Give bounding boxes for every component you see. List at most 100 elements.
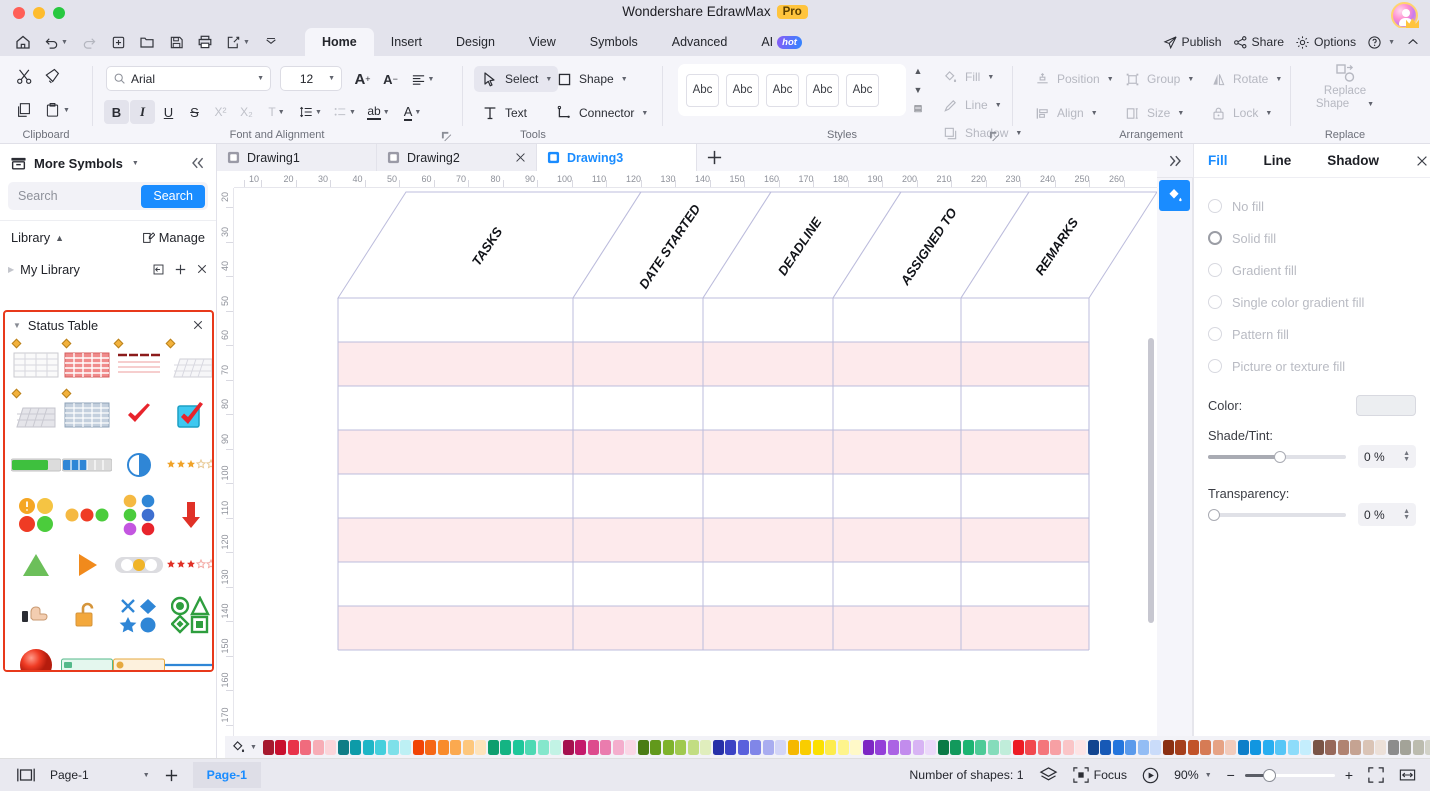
palette-swatch[interactable] xyxy=(1425,739,1430,755)
symbol-shape-set-blue[interactable] xyxy=(113,594,165,636)
fill-option-gradient-fill[interactable]: Gradient fill xyxy=(1208,254,1430,286)
palette-swatch[interactable] xyxy=(562,739,574,755)
chevron-down-icon[interactable]: ▼ xyxy=(13,321,21,330)
line-spacing-button[interactable]: ▼ xyxy=(294,100,327,124)
palette-swatch[interactable] xyxy=(1150,739,1162,755)
symbol-grid-table-red[interactable] xyxy=(61,338,113,386)
fit-screen-button[interactable] xyxy=(1368,767,1384,783)
redo-icon[interactable] xyxy=(76,30,102,54)
tab-design[interactable]: Design xyxy=(439,28,512,56)
font-family-select[interactable]: Arial ▼ xyxy=(106,66,271,91)
radio-icon[interactable] xyxy=(1208,199,1222,213)
palette-swatch[interactable] xyxy=(750,739,762,755)
palette-swatch[interactable] xyxy=(1050,739,1062,755)
palette-swatch[interactable] xyxy=(600,739,612,755)
open-folder-icon[interactable] xyxy=(134,30,160,54)
font-dialog-launcher[interactable] xyxy=(441,131,452,142)
palette-swatch[interactable] xyxy=(825,739,837,755)
stepper-icon[interactable]: ▲ ▼ xyxy=(1403,450,1410,463)
chevron-up-icon[interactable]: ▲ xyxy=(55,233,64,243)
palette-swatch[interactable] xyxy=(1162,739,1174,755)
symbol-check-box-blue[interactable] xyxy=(165,394,212,436)
palette-swatch[interactable] xyxy=(687,739,699,755)
font-size-select[interactable]: 12 ▼ xyxy=(280,66,342,91)
symbol-signal-lights-bar[interactable] xyxy=(113,544,165,586)
symbol-star-rating-orange[interactable] xyxy=(165,444,212,486)
shape-tool-button[interactable]: Shape ▼ xyxy=(548,66,654,92)
close-icon[interactable] xyxy=(515,152,526,163)
palette-swatch[interactable] xyxy=(1000,739,1012,755)
tab-advanced[interactable]: Advanced xyxy=(655,28,745,56)
layers-button[interactable] xyxy=(1039,766,1058,785)
table-row[interactable] xyxy=(338,342,1089,386)
status-table-shape[interactable]: TASKS DATE STARTED DEADLINE ASSIGNED TO REMA… xyxy=(234,188,1157,758)
palette-swatch[interactable] xyxy=(550,739,562,755)
symbol-search-row[interactable]: Search Search xyxy=(8,182,208,210)
palette-swatch[interactable] xyxy=(1225,739,1237,755)
symbol-progress-bar-blue[interactable] xyxy=(61,444,113,486)
collapse-ribbon-button[interactable] xyxy=(1406,35,1420,49)
radio-icon-selected[interactable] xyxy=(1208,231,1222,245)
text-effects-button[interactable]: T ▼ xyxy=(260,100,293,124)
add-page-button[interactable] xyxy=(164,768,179,783)
symbol-pie-progress-blue[interactable] xyxy=(113,444,165,486)
rotate-button[interactable]: Rotate ▼ xyxy=(1202,66,1288,92)
fill-option-no-fill[interactable]: No fill xyxy=(1208,190,1430,222)
more-commands-icon[interactable] xyxy=(258,30,284,54)
palette-fill-button[interactable]: ▼ xyxy=(231,740,257,755)
bullet-list-button[interactable]: ▼ xyxy=(328,100,361,124)
palette-swatch[interactable] xyxy=(362,739,374,755)
paste-icon[interactable]: ▼ xyxy=(42,100,72,120)
palette-swatch[interactable] xyxy=(462,739,474,755)
palette-swatch[interactable] xyxy=(1012,739,1024,755)
collapse-panel-button[interactable] xyxy=(190,155,206,171)
table-row[interactable] xyxy=(338,562,1089,606)
palette-swatch[interactable] xyxy=(412,739,424,755)
symbol-arrow-down-red[interactable] xyxy=(165,494,212,536)
fill-option-solid-fill[interactable]: Solid fill xyxy=(1208,222,1430,254)
palette-swatch[interactable] xyxy=(1112,739,1124,755)
palette-swatch[interactable] xyxy=(862,739,874,755)
import-icon[interactable] xyxy=(152,263,165,276)
transparency-slider[interactable] xyxy=(1208,508,1346,521)
new-document-tab-button[interactable] xyxy=(697,144,731,171)
palette-swatch[interactable] xyxy=(837,739,849,755)
palette-swatch[interactable] xyxy=(612,739,624,755)
palette-swatch[interactable] xyxy=(1237,739,1249,755)
focus-button[interactable]: Focus xyxy=(1072,767,1127,783)
export-icon[interactable]: ▼ xyxy=(221,30,255,54)
tab-insert[interactable]: Insert xyxy=(374,28,439,56)
palette-swatch[interactable] xyxy=(1375,739,1387,755)
paragraph-align-button[interactable]: ▼ xyxy=(406,67,439,91)
publish-button[interactable]: Publish xyxy=(1163,35,1222,50)
symbol-line-table-red[interactable] xyxy=(113,338,165,386)
palette-swatch[interactable] xyxy=(1175,739,1187,755)
tab-home[interactable]: Home xyxy=(305,28,374,56)
tab-view[interactable]: View xyxy=(512,28,573,56)
palette-swatch[interactable] xyxy=(525,739,537,755)
document-tab-drawing2[interactable]: Drawing2 xyxy=(377,144,537,171)
style-sample[interactable]: Abc xyxy=(846,73,879,107)
symbol-line-blue[interactable] xyxy=(165,644,212,670)
palette-swatch[interactable] xyxy=(325,739,337,755)
palette-swatch[interactable] xyxy=(337,739,349,755)
palette-swatch[interactable] xyxy=(450,739,462,755)
symbol-slider-bar-green[interactable] xyxy=(61,644,113,670)
zoom-in-button[interactable]: + xyxy=(1345,767,1353,783)
bold-button[interactable]: B xyxy=(104,100,129,124)
fit-width-button[interactable] xyxy=(1399,767,1416,783)
palette-swatch[interactable] xyxy=(1312,739,1324,755)
position-button[interactable]: Position ▼ xyxy=(1026,66,1120,92)
status-table-header[interactable]: ▼ Status Table xyxy=(5,312,212,338)
subscript-button[interactable]: X₂ xyxy=(234,100,259,124)
format-painter-icon[interactable] xyxy=(42,66,62,86)
save-icon[interactable] xyxy=(163,30,189,54)
palette-swatch[interactable] xyxy=(700,739,712,755)
palette-swatch[interactable] xyxy=(800,739,812,755)
palette-swatch[interactable] xyxy=(1400,739,1412,755)
table-row[interactable] xyxy=(338,298,1089,342)
palette-swatch[interactable] xyxy=(1137,739,1149,755)
palette-swatch[interactable] xyxy=(1037,739,1049,755)
table-row[interactable] xyxy=(338,474,1089,518)
tab-line[interactable]: Line xyxy=(1264,153,1292,168)
